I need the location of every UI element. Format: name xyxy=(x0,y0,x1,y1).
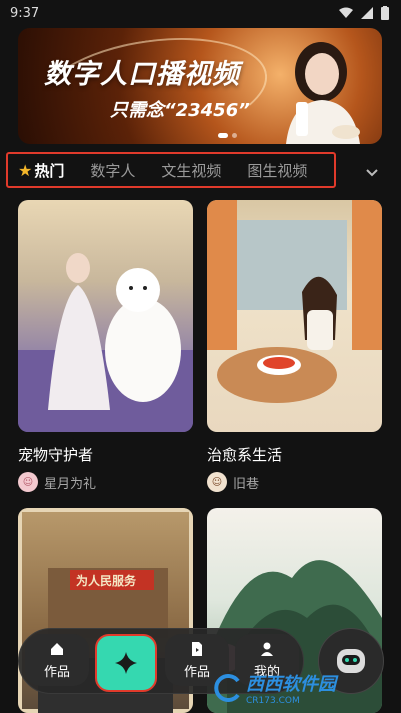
banner-subtitle: 只需念“23456” xyxy=(110,100,250,121)
pager-dot-active xyxy=(218,133,228,138)
card-sign-text: 为人民服务 xyxy=(76,574,137,588)
watermark-url: CR173.COM xyxy=(246,696,300,706)
category-tabs: ★ 热门 数字人 文生视频 图生视频 xyxy=(6,152,336,188)
status-bar: 9:37 xyxy=(0,0,401,26)
card-thumbnail xyxy=(18,253,193,432)
avatar: ☺ xyxy=(18,472,38,492)
tab-text-to-video[interactable]: 文生视频 xyxy=(161,160,221,181)
card-author[interactable]: ☺ 星月为礼 xyxy=(18,472,96,492)
banner-pager xyxy=(218,133,237,138)
pager-dot xyxy=(232,133,237,138)
chevron-down-icon[interactable] xyxy=(362,162,382,182)
card-caption: 治愈系生活 xyxy=(207,446,283,464)
video-card-healing-life[interactable] xyxy=(207,200,382,432)
banner-model-image xyxy=(286,42,360,144)
create-button[interactable] xyxy=(95,634,157,692)
site-watermark: 西西软件园 CR173.COM xyxy=(212,668,392,708)
tab-label: 文生视频 xyxy=(161,161,222,180)
watermark-logo xyxy=(214,674,240,702)
avatar: ☺ xyxy=(207,472,227,492)
star-icon: ★ xyxy=(18,160,33,180)
card-caption: 宠物守护者 xyxy=(18,446,94,464)
wifi-icon xyxy=(339,7,353,18)
promo-banner[interactable]: 数字人口播视频 只需念“23456” xyxy=(18,28,382,144)
tab-label: 热门 xyxy=(34,161,65,180)
tab-label: 图生视频 xyxy=(247,161,308,180)
tab-hot[interactable]: ★ 热门 xyxy=(18,160,64,181)
tab-digital-human[interactable]: 数字人 xyxy=(90,160,135,181)
author-name: 旧巷 xyxy=(233,476,260,492)
status-icons xyxy=(339,6,389,20)
user-icon xyxy=(261,642,273,656)
tab-image-to-video[interactable]: 图生视频 xyxy=(247,160,307,181)
battery-icon xyxy=(381,6,389,20)
tab-label: 数字人 xyxy=(90,161,136,180)
sparkle-icon xyxy=(115,652,137,674)
nav-label: 作品 xyxy=(183,664,210,680)
video-card-pet-guardian[interactable] xyxy=(18,200,193,432)
card-thumbnail xyxy=(207,200,382,403)
status-time: 9:37 xyxy=(10,5,40,21)
nav-works-left[interactable]: 作品 xyxy=(25,634,89,686)
signal-icon xyxy=(361,7,373,19)
banner-title: 数字人口播视频 xyxy=(44,59,240,90)
video-file-icon xyxy=(192,641,202,656)
nav-label: 作品 xyxy=(43,664,70,680)
home-icon xyxy=(51,642,63,655)
watermark-title: 西西软件园 xyxy=(246,674,336,695)
author-name: 星月为礼 xyxy=(44,476,97,492)
card-author[interactable]: ☺ 旧巷 xyxy=(207,472,259,492)
